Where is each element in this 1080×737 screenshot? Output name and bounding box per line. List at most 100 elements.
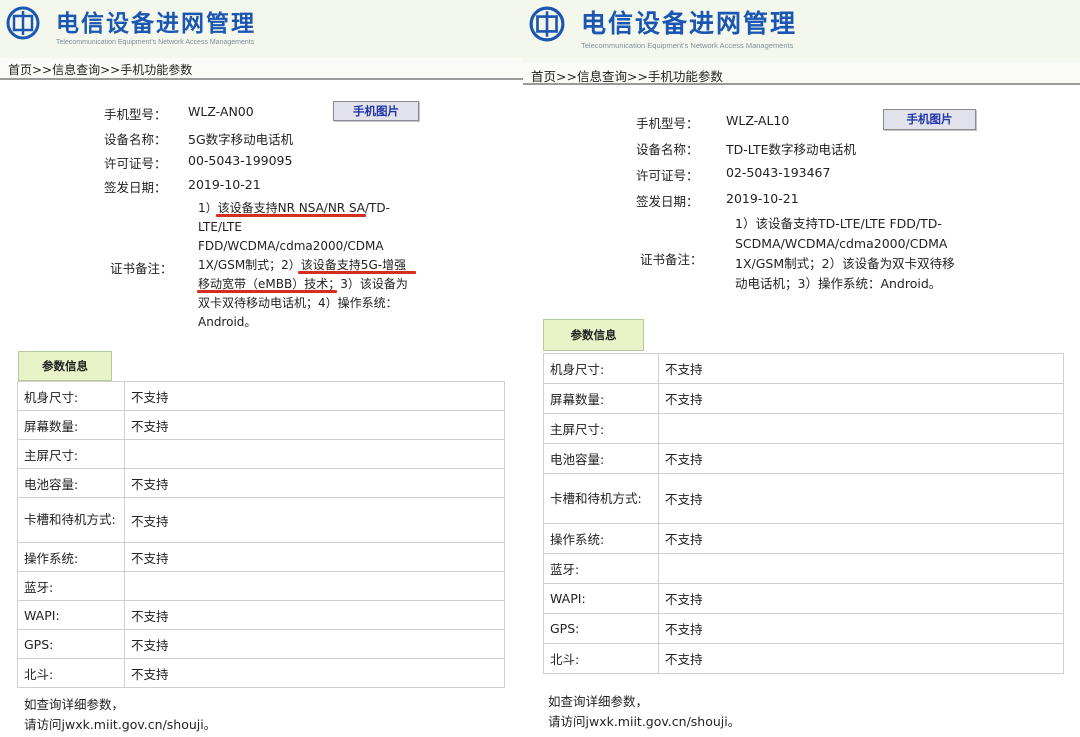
table-row: 北斗: 不支持 bbox=[17, 658, 505, 688]
device-name-value: TD-LTE数字移动电话机 bbox=[726, 142, 857, 157]
remarks-text: 1）该设备支持NR NSA/NR SA/TD- LTE/LTE FDD/WCDM… bbox=[198, 199, 438, 332]
site-banner: 电信设备进网管理 Telecommunication Equipment's N… bbox=[0, 0, 523, 58]
param-label: 北斗: bbox=[17, 658, 125, 688]
param-value: 不支持 bbox=[124, 658, 505, 688]
remarks-text: 1）该设备支持TD-LTE/LTE FDD/TD- SCDMA/WCDMA/cd… bbox=[735, 214, 985, 294]
license-value: 02-5043-193467 bbox=[726, 165, 831, 180]
param-value: 不支持 bbox=[124, 497, 505, 543]
param-label: WAPI: bbox=[17, 600, 125, 630]
table-row: 蓝牙: bbox=[543, 553, 1064, 584]
param-label: WAPI: bbox=[543, 583, 659, 614]
issue-date-value: 2019-10-21 bbox=[726, 191, 799, 206]
table-row: 电池容量: 不支持 bbox=[543, 443, 1064, 474]
phone-photo-button[interactable]: 手机图片 bbox=[883, 109, 976, 130]
issue-date-label: 签发日期： bbox=[636, 194, 699, 209]
breadcrumb[interactable]: 首页>>信息查询>>手机功能参数 bbox=[531, 66, 723, 85]
param-value bbox=[124, 571, 505, 601]
footer-link[interactable]: 请访问jwxk.miit.gov.cn/shouji。 bbox=[24, 715, 216, 735]
param-label: 卡槽和待机方式: bbox=[17, 497, 125, 543]
banner-subtitle: Telecommunication Equipment's Network Ac… bbox=[581, 41, 794, 50]
footer-link[interactable]: 请访问jwxk.miit.gov.cn/shouji。 bbox=[548, 712, 740, 732]
phone-photo-button[interactable]: 手机图片 bbox=[333, 101, 419, 121]
table-row: 蓝牙: bbox=[17, 571, 505, 601]
remarks-label: 证书备注： bbox=[640, 252, 703, 267]
param-label: 主屏尺寸: bbox=[17, 439, 125, 469]
table-row: 屏幕数量: 不支持 bbox=[543, 383, 1064, 414]
param-label: 机身尺寸: bbox=[17, 381, 125, 411]
footer-line: 如查询详细参数， bbox=[548, 694, 649, 709]
device-name-label: 设备名称： bbox=[104, 132, 167, 147]
param-label: 机身尺寸: bbox=[543, 353, 659, 384]
remarks-line: Android。 bbox=[198, 315, 257, 329]
param-value: 不支持 bbox=[658, 583, 1064, 614]
table-row: 操作系统: 不支持 bbox=[17, 542, 505, 572]
table-row: 屏幕数量: 不支持 bbox=[17, 410, 505, 440]
banner-title: 电信设备进网管理 bbox=[56, 10, 256, 37]
license-label: 许可证号： bbox=[104, 156, 167, 171]
model-label: 手机型号： bbox=[104, 107, 167, 122]
table-row: 机身尺寸: 不支持 bbox=[17, 381, 505, 411]
remarks-line: 双卡双待移动电话机；4）操作系统： bbox=[198, 296, 398, 310]
param-value bbox=[124, 439, 505, 469]
params-table: 机身尺寸: 不支持 屏幕数量: 不支持 主屏尺寸: 电池容量: 不支持 卡槽和待机方式… bbox=[543, 353, 1064, 674]
issue-date-value: 2019-10-21 bbox=[188, 177, 261, 192]
params-header[interactable]: 参数信息 bbox=[18, 351, 112, 381]
param-value: 不支持 bbox=[658, 523, 1064, 554]
remarks-line: 动电话机；3）操作系统：Android。 bbox=[735, 276, 942, 291]
banner-subtitle: Telecommunication Equipment's Network Ac… bbox=[56, 39, 255, 46]
breadcrumb[interactable]: 首页>>信息查询>>手机功能参数 bbox=[8, 61, 192, 78]
table-row: WAPI: 不支持 bbox=[17, 600, 505, 630]
table-row: 主屏尺寸: bbox=[17, 439, 505, 469]
param-label: 卡槽和待机方式: bbox=[543, 473, 659, 524]
device-name-value: 5G数字移动电话机 bbox=[188, 132, 294, 147]
param-label: 操作系统: bbox=[543, 523, 659, 554]
remarks-line: SCDMA/WCDMA/cdma2000/CDMA bbox=[735, 236, 948, 251]
param-label: 蓝牙: bbox=[543, 553, 659, 584]
param-label: 蓝牙: bbox=[17, 571, 125, 601]
param-value: 不支持 bbox=[658, 353, 1064, 384]
param-value: 不支持 bbox=[124, 410, 505, 440]
breadcrumb-bar: 首页>>信息查询>>手机功能参数 bbox=[0, 58, 523, 80]
footer-note: 如查询详细参数， 请访问jwxk.miit.gov.cn/shouji。 bbox=[548, 692, 740, 732]
table-row: WAPI: 不支持 bbox=[543, 583, 1064, 614]
breadcrumb-bar: 首页>>信息查询>>手机功能参数 bbox=[523, 62, 1080, 85]
license-label: 许可证号： bbox=[636, 168, 699, 183]
highlight-underline bbox=[298, 271, 416, 274]
param-value: 不支持 bbox=[658, 643, 1064, 674]
model-value: WLZ-AN00 bbox=[188, 104, 254, 119]
params-table: 机身尺寸: 不支持 屏幕数量: 不支持 主屏尺寸: 电池容量: 不支持 卡槽和待机方式… bbox=[17, 381, 505, 688]
params-header[interactable]: 参数信息 bbox=[543, 319, 644, 351]
miit-logo-icon bbox=[6, 6, 40, 40]
license-value: 00-5043-199095 bbox=[188, 153, 293, 168]
highlight-underline bbox=[216, 214, 366, 217]
table-row: 电池容量: 不支持 bbox=[17, 468, 505, 498]
device-name-label: 设备名称： bbox=[636, 142, 699, 157]
table-row: GPS: 不支持 bbox=[17, 629, 505, 659]
param-label: 操作系统: bbox=[17, 542, 125, 572]
remarks-line: 1X/GSM制式；2）该设备为双卡双待移 bbox=[735, 256, 955, 271]
table-row: 操作系统: 不支持 bbox=[543, 523, 1064, 554]
param-value: 不支持 bbox=[124, 629, 505, 659]
banner-title: 电信设备进网管理 bbox=[581, 9, 798, 38]
param-value: 不支持 bbox=[658, 443, 1064, 474]
param-label: 主屏尺寸: bbox=[543, 413, 659, 444]
param-value: 不支持 bbox=[124, 600, 505, 630]
right-cert-panel: 电信设备进网管理 Telecommunication Equipment's N… bbox=[523, 0, 1080, 737]
left-cert-panel: 电信设备进网管理 Telecommunication Equipment's N… bbox=[0, 0, 523, 737]
param-value: 不支持 bbox=[658, 473, 1064, 524]
remarks-line: FDD/WCDMA/cdma2000/CDMA bbox=[198, 239, 384, 253]
param-value bbox=[658, 553, 1064, 584]
table-row: 北斗: 不支持 bbox=[543, 643, 1064, 674]
table-row: 主屏尺寸: bbox=[543, 413, 1064, 444]
param-label: 屏幕数量: bbox=[543, 383, 659, 414]
param-label: 电池容量: bbox=[17, 468, 125, 498]
remarks-line: LTE/LTE bbox=[198, 220, 242, 234]
table-row: 机身尺寸: 不支持 bbox=[543, 353, 1064, 384]
issue-date-label: 签发日期： bbox=[104, 180, 167, 195]
table-row: 卡槽和待机方式: 不支持 bbox=[17, 497, 505, 543]
remarks-line: 1）该设备支持TD-LTE/LTE FDD/TD- bbox=[735, 216, 942, 231]
site-banner: 电信设备进网管理 Telecommunication Equipment's N… bbox=[523, 0, 1080, 62]
footer-note: 如查询详细参数， 请访问jwxk.miit.gov.cn/shouji。 bbox=[24, 695, 216, 735]
param-value bbox=[658, 413, 1064, 444]
param-value: 不支持 bbox=[124, 468, 505, 498]
